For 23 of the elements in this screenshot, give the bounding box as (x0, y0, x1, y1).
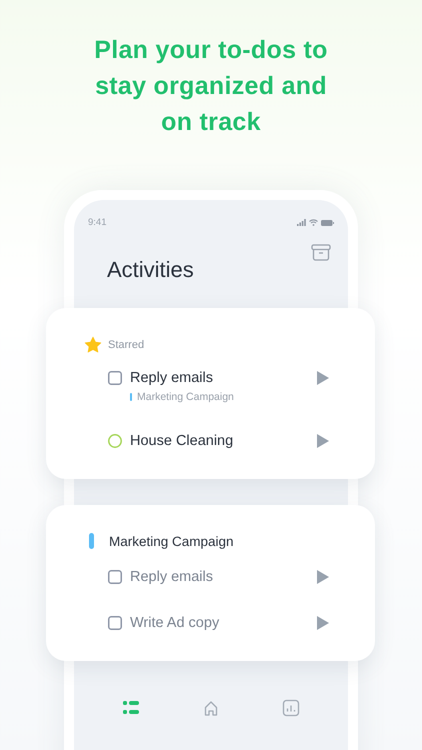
project-title: Marketing Campaign (109, 534, 234, 548)
status-time: 9:41 (88, 217, 106, 228)
play-icon[interactable] (317, 434, 329, 448)
star-icon (84, 336, 102, 354)
wifi-icon (309, 219, 318, 226)
headline: Plan your to-dos to stay organized and on track (93, 35, 329, 138)
circle-checkbox[interactable] (108, 434, 122, 448)
checkbox[interactable] (108, 570, 122, 584)
task-title: Reply emails (130, 569, 214, 585)
battery-icon (321, 220, 334, 226)
page-title: Activities (107, 257, 194, 283)
signal-icon (297, 219, 306, 226)
section-label: Starred (108, 339, 144, 351)
archive-icon[interactable] (311, 244, 331, 261)
project-label: Marketing Campaign (137, 391, 234, 403)
checkbox[interactable] (108, 616, 122, 630)
checkbox[interactable] (108, 371, 122, 385)
task-title: House Cleaning (130, 433, 234, 449)
play-icon[interactable] (317, 570, 329, 584)
play-icon[interactable] (317, 371, 329, 385)
task-title: Write Ad copy (130, 615, 220, 631)
task-title: Reply emails (130, 370, 214, 386)
play-icon[interactable] (317, 616, 329, 630)
